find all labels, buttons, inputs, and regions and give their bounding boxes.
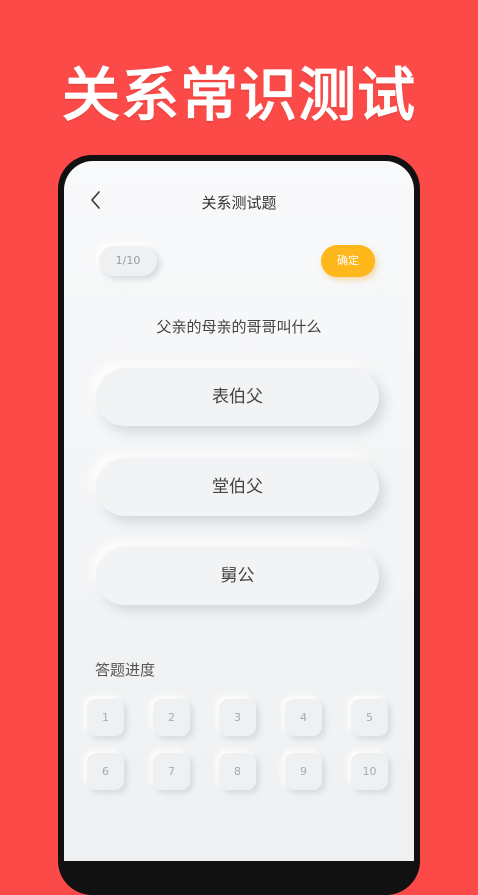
question-counter: 1/10 bbox=[99, 246, 157, 276]
confirm-button[interactable]: 确定 bbox=[321, 245, 375, 277]
option-button-2[interactable]: 堂伯父 bbox=[96, 458, 379, 516]
progress-item-8[interactable]: 8 bbox=[219, 753, 256, 790]
promo-banner-title: 关系常识测试 bbox=[61, 61, 416, 129]
page-title: 关系测试题 bbox=[201, 194, 277, 212]
progress-item-9[interactable]: 9 bbox=[285, 753, 322, 790]
progress-item-3[interactable]: 3 bbox=[219, 699, 256, 736]
question-text: 父亲的母亲的哥哥叫什么 bbox=[156, 318, 322, 336]
progress-item-10[interactable]: 10 bbox=[351, 753, 388, 790]
progress-item-2[interactable]: 2 bbox=[153, 699, 190, 736]
option-button-1[interactable]: 表伯父 bbox=[96, 368, 379, 426]
progress-item-1[interactable]: 1 bbox=[87, 699, 124, 736]
progress-label: 答题进度 bbox=[95, 661, 156, 679]
progress-item-4[interactable]: 4 bbox=[285, 699, 322, 736]
progress-item-6[interactable]: 6 bbox=[87, 753, 124, 790]
progress-item-7[interactable]: 7 bbox=[153, 753, 190, 790]
option-button-3[interactable]: 舅公 bbox=[96, 547, 379, 605]
progress-item-5[interactable]: 5 bbox=[351, 699, 388, 736]
app-screen: 关系测试题 1/10 确定 父亲的母亲的哥哥叫什么 表伯父 堂伯父 舅公 答题进… bbox=[64, 161, 414, 861]
